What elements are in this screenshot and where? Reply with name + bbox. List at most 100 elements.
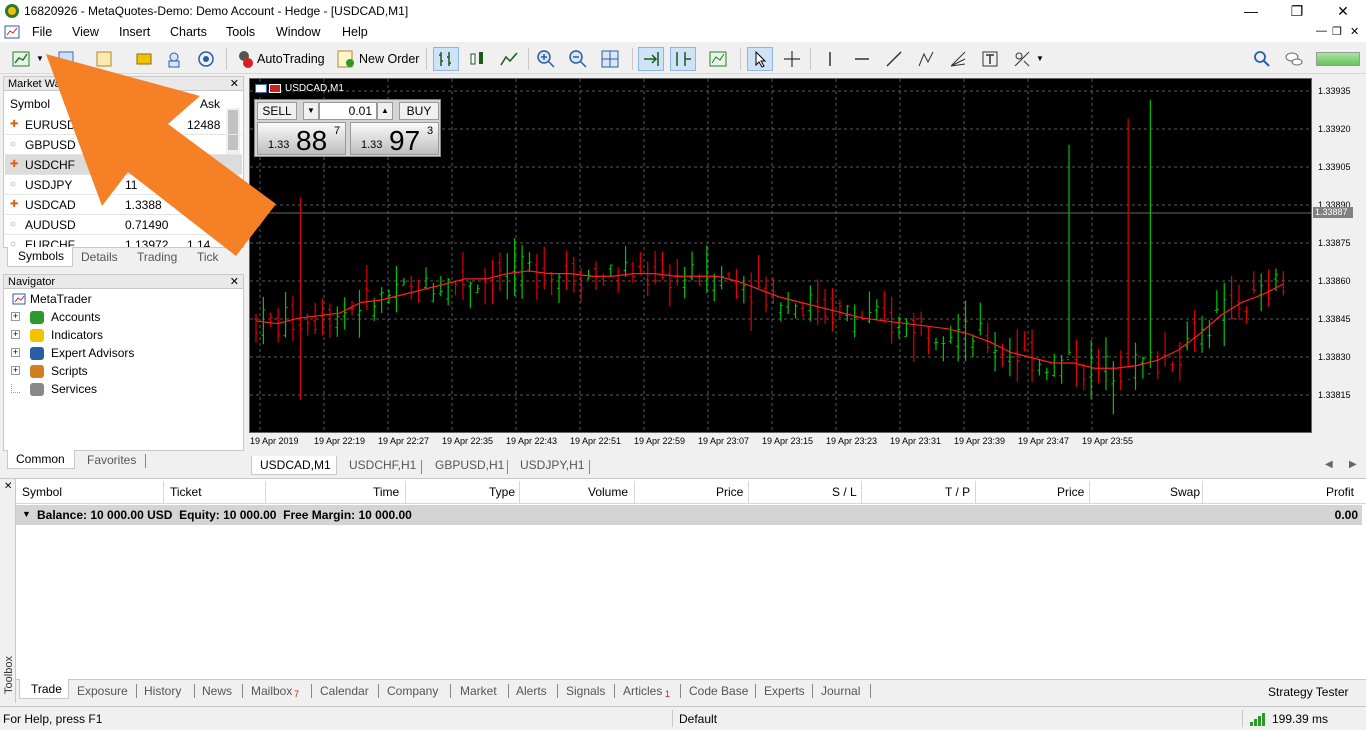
col-tp[interactable]: T / P	[945, 485, 970, 499]
templates-icon[interactable]	[708, 49, 728, 69]
chart-shift-button[interactable]	[670, 47, 696, 71]
zoom-in-icon[interactable]	[536, 49, 556, 69]
chat-icon[interactable]	[1284, 49, 1304, 69]
col-sl[interactable]: S / L	[832, 485, 857, 499]
tab-journal[interactable]: Journal	[821, 684, 860, 698]
buy-price-button[interactable]: 1.33 97 3	[350, 122, 439, 156]
column-separator[interactable]	[405, 481, 406, 503]
chevron-left-icon[interactable]: ◀	[1325, 459, 1333, 470]
balance-row[interactable]: ▼ Balance: 10 000.00 USD Equity: 10 000.…	[16, 505, 1362, 525]
expand-icon[interactable]: +	[11, 348, 20, 357]
tab-alerts[interactable]: Alerts	[516, 684, 547, 698]
tab-trade[interactable]: Trade	[19, 679, 69, 699]
text-tool-icon[interactable]	[980, 49, 1000, 69]
menu-help[interactable]: Help	[342, 25, 368, 39]
child-minimize-button[interactable]: —	[1316, 25, 1327, 37]
navigator-item[interactable]: Indicators	[51, 328, 103, 342]
lot-increase-button[interactable]: ▲	[377, 102, 393, 120]
horizontal-line-icon[interactable]	[852, 49, 872, 69]
chart-tab-usdjpy[interactable]: USDJPY,H1	[520, 458, 584, 472]
price-bar	[1022, 331, 1027, 352]
strategy-tester-button[interactable]: Strategy Tester	[1268, 685, 1348, 699]
column-separator[interactable]	[1202, 481, 1203, 503]
lot-input[interactable]: 0.01	[319, 102, 377, 120]
tab-history[interactable]: History	[144, 684, 181, 698]
crosshair-icon[interactable]	[782, 49, 802, 69]
column-separator[interactable]	[861, 481, 862, 503]
tab-company[interactable]: Company	[387, 684, 438, 698]
close-icon[interactable]: ✕	[230, 275, 239, 288]
navigator-item[interactable]: Services	[51, 382, 97, 396]
fibo-fan-icon[interactable]	[948, 49, 968, 69]
expand-icon[interactable]: +	[11, 312, 20, 321]
tab-market[interactable]: Market	[460, 684, 497, 698]
col-ticket[interactable]: Ticket	[170, 485, 202, 499]
shapes-icon[interactable]	[1012, 49, 1032, 69]
column-separator[interactable]	[748, 481, 749, 503]
navigator-item[interactable]: Accounts	[51, 310, 100, 324]
navigator-item[interactable]: Expert Advisors	[51, 346, 134, 360]
column-separator[interactable]	[634, 481, 635, 503]
tab-articles[interactable]: Articles	[623, 684, 662, 698]
tab-calendar[interactable]: Calendar	[320, 684, 369, 698]
child-restore-button[interactable]: ❐	[1332, 25, 1342, 38]
maximize-button[interactable]: ❐	[1274, 0, 1320, 22]
column-separator[interactable]	[519, 481, 520, 503]
col-volume[interactable]: Volume	[588, 485, 628, 499]
expand-icon[interactable]: +	[11, 330, 20, 339]
column-separator[interactable]	[1089, 481, 1090, 503]
tab-code-base[interactable]: Code Base	[689, 684, 748, 698]
tile-windows-icon[interactable]	[600, 49, 620, 69]
col-price[interactable]: Price	[716, 485, 743, 499]
collapse-icon[interactable]: ▼	[22, 509, 31, 519]
trendline-icon[interactable]	[884, 49, 904, 69]
chart-tab-usdchf[interactable]: USDCHF,H1	[349, 458, 416, 472]
new-order-button[interactable]: New Order	[359, 52, 419, 66]
chevron-down-icon[interactable]: ▼	[1036, 54, 1044, 63]
close-button[interactable]: ✕	[1320, 0, 1366, 22]
navigator-tabs: Common Favorites	[3, 450, 244, 470]
balance-text: Balance: 10 000.00 USD Equity: 10 000.00…	[37, 508, 412, 522]
tab-favorites[interactable]: Favorites	[87, 453, 136, 467]
candlestick-chart-icon[interactable]	[467, 49, 487, 69]
tab-news[interactable]: News	[202, 684, 232, 698]
bar-chart-button[interactable]	[433, 47, 459, 71]
minimize-button[interactable]: —	[1228, 0, 1274, 22]
col-time[interactable]: Time	[373, 485, 399, 499]
navigator-item[interactable]: Scripts	[51, 364, 88, 378]
new-order-icon[interactable]	[336, 49, 356, 69]
column-separator[interactable]	[163, 481, 164, 503]
search-icon[interactable]	[1252, 49, 1272, 69]
column-separator[interactable]	[265, 481, 266, 503]
lot-decrease-button[interactable]: ▼	[303, 102, 319, 120]
price-bar	[475, 284, 480, 293]
vertical-line-icon[interactable]	[820, 49, 840, 69]
expand-icon[interactable]: +	[11, 366, 20, 375]
fibonacci-icon[interactable]	[916, 49, 936, 69]
autoscroll-button[interactable]	[638, 47, 664, 71]
tab-exposure[interactable]: Exposure	[77, 684, 128, 698]
price-chart[interactable]: USDCAD,M1 SELL ▼ 0.01 ▲ BUY 1.33 88 7 1.…	[249, 78, 1312, 433]
child-close-button[interactable]: ✕	[1350, 25, 1359, 38]
close-icon[interactable]: ✕	[4, 481, 12, 492]
cursor-button[interactable]	[747, 47, 773, 71]
col-type[interactable]: Type	[489, 485, 515, 499]
zoom-out-icon[interactable]	[568, 49, 588, 69]
tab-signals[interactable]: Signals	[566, 684, 605, 698]
col-profit[interactable]: Profit	[1326, 485, 1354, 499]
col-swap[interactable]: Swap	[1170, 485, 1200, 499]
tab-experts[interactable]: Experts	[764, 684, 805, 698]
chevron-right-icon[interactable]: ▶	[1349, 459, 1357, 470]
chart-tab-usdcad[interactable]: USDCAD,M1	[251, 456, 337, 475]
col-symbol[interactable]: Symbol	[22, 485, 62, 499]
buy-button[interactable]: BUY	[399, 102, 439, 120]
navigator-root[interactable]: MetaTrader	[30, 292, 92, 306]
col-price-current[interactable]: Price	[1057, 485, 1084, 499]
column-separator[interactable]	[975, 481, 976, 503]
scripts-icon	[30, 365, 44, 378]
tab-common[interactable]: Common	[7, 450, 75, 469]
status-profile[interactable]: Default	[679, 712, 717, 726]
tab-mailbox[interactable]: Mailbox	[251, 684, 292, 698]
line-chart-icon[interactable]	[499, 49, 519, 69]
chart-tab-gbpusd[interactable]: GBPUSD,H1	[435, 458, 504, 472]
